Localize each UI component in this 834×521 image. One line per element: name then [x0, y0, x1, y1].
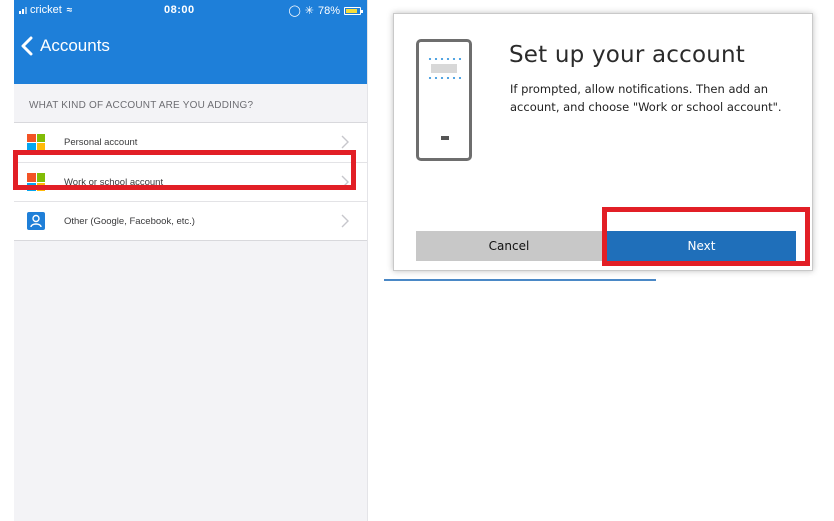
account-option-label: Other (Google, Facebook, etc.): [64, 215, 195, 227]
chevron-right-icon: [341, 214, 349, 228]
battery-icon: [344, 6, 363, 15]
account-option-other[interactable]: Other (Google, Facebook, etc.): [14, 201, 367, 240]
wifi-icon: ≈: [66, 4, 73, 16]
bluetooth-icon: ✳: [304, 5, 314, 17]
phone-screen: cricket ≈ 08:00 ◯ ✳ 78% Accounts WHAT KI…: [14, 0, 368, 521]
back-button[interactable]: Accounts: [20, 36, 110, 56]
cancel-button[interactable]: Cancel: [416, 231, 602, 261]
back-button-label: Accounts: [40, 36, 110, 55]
section-header: WHAT KIND OF ACCOUNT ARE YOU ADDING?: [29, 100, 254, 111]
phone-icon: [416, 39, 472, 161]
person-icon: [27, 212, 45, 230]
signal-icon: [19, 6, 27, 14]
ios-navigation-header: cricket ≈ 08:00 ◯ ✳ 78% Accounts: [14, 0, 367, 84]
status-time: 08:00: [164, 4, 195, 16]
next-button[interactable]: Next: [607, 231, 796, 261]
account-option-personal[interactable]: Personal account: [14, 123, 367, 162]
dialog-title: Set up your account: [509, 42, 746, 68]
chevron-left-icon: [21, 36, 33, 56]
setup-account-dialog: Set up your account If prompted, allow n…: [393, 13, 813, 271]
battery-percent: 78%: [317, 4, 340, 17]
microsoft-logo-icon: [27, 133, 45, 152]
account-option-work-school[interactable]: Work or school account: [14, 162, 367, 201]
status-left: cricket ≈: [19, 4, 72, 16]
chevron-right-icon: [341, 175, 349, 189]
divider-line: [384, 279, 656, 281]
microsoft-logo-icon: [27, 173, 45, 191]
account-option-label: Personal account: [64, 137, 138, 148]
dialog-body-text: If prompted, allow notifications. Then a…: [510, 82, 782, 114]
chevron-right-icon: [341, 135, 349, 149]
location-icon: ◯: [288, 5, 301, 17]
account-type-list: Personal account Work or school account …: [14, 122, 367, 241]
status-right: ◯ ✳ 78%: [288, 4, 363, 17]
account-option-label: Work or school account: [64, 176, 164, 188]
carrier-name: cricket: [30, 4, 62, 16]
status-bar: cricket ≈ 08:00 ◯ ✳ 78%: [14, 0, 367, 22]
